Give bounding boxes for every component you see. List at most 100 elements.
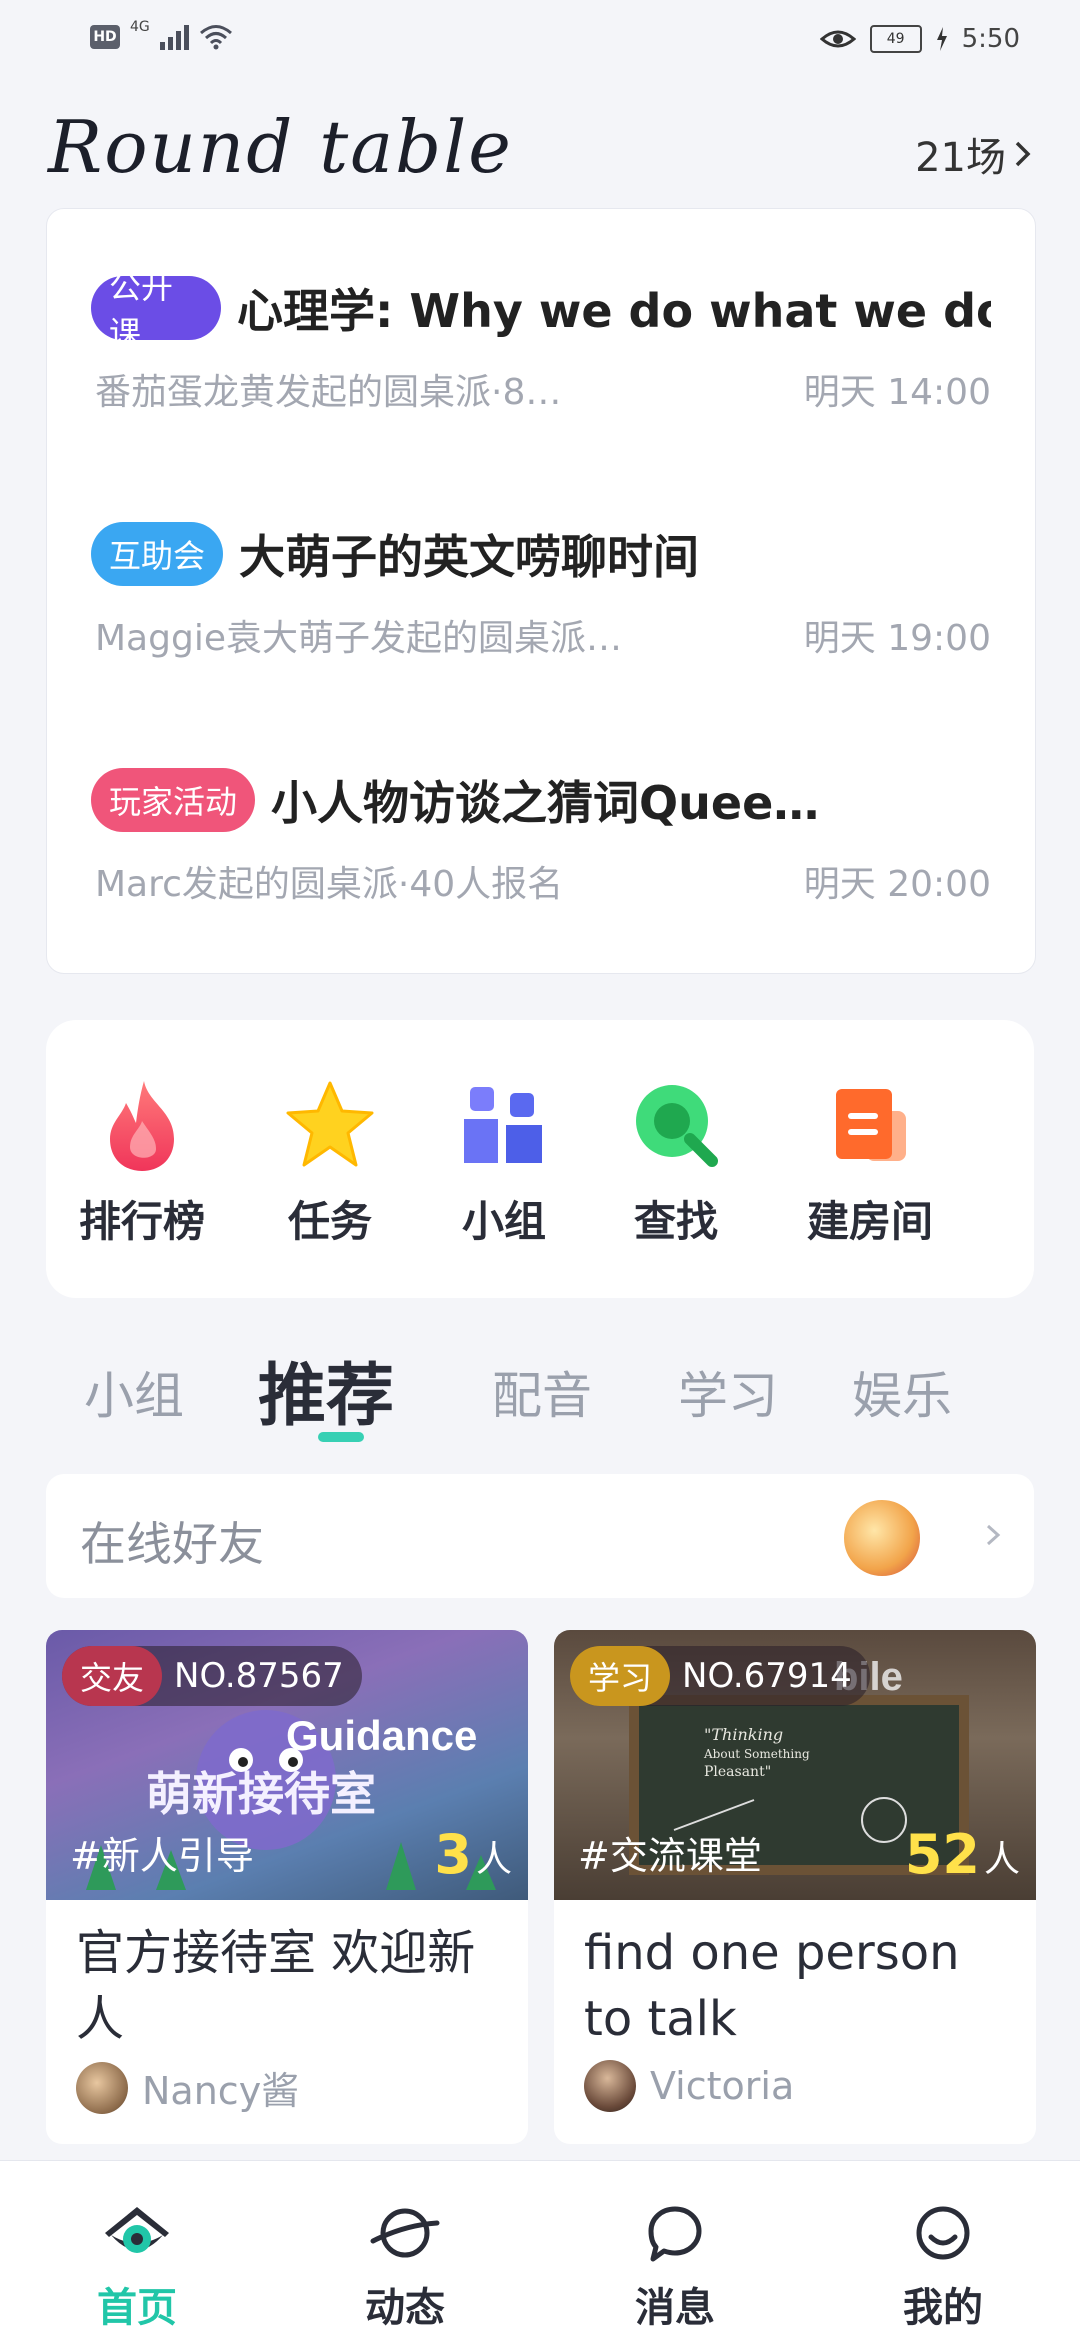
shortcut-label: 小组 bbox=[461, 1197, 546, 1246]
hd-badge: HD bbox=[90, 25, 120, 49]
nav-messages[interactable]: 消息 bbox=[600, 2201, 750, 2333]
shortcut-label: 查找 bbox=[633, 1197, 718, 1246]
tab-groups[interactable]: 小组 bbox=[84, 1356, 184, 1428]
session-subtitle: Maggie袁大萌子发起的圆桌派… bbox=[95, 618, 622, 659]
session-title: 心理学: Why we do what we do bbox=[236, 284, 991, 338]
session-subtitle: 番茄蛋龙黄发起的圆桌派·8… bbox=[95, 372, 562, 413]
eye-icon bbox=[819, 30, 856, 48]
room-number: NO.67914 bbox=[682, 1656, 852, 1696]
category-tabs: 小组 推荐 配音 学习 娱乐 bbox=[0, 1340, 1080, 1450]
svg-text:"Thinking: "Thinking bbox=[704, 1725, 783, 1744]
document-icon bbox=[836, 1089, 906, 1161]
shortcut-tasks[interactable]: 任务 bbox=[250, 1070, 410, 1249]
home-icon bbox=[105, 2207, 169, 2253]
room-host: Nancy酱 bbox=[76, 2060, 299, 2115]
host-name: Nancy酱 bbox=[142, 2069, 300, 2113]
nav-label: 动态 bbox=[365, 2285, 445, 2331]
session-time: 明天 20:00 bbox=[803, 864, 991, 905]
tab-entertainment[interactable]: 娱乐 bbox=[852, 1356, 952, 1428]
chat-bubble-icon bbox=[648, 2206, 702, 2262]
network-type: 4G bbox=[130, 19, 150, 35]
session-tag: 公开课 bbox=[91, 268, 221, 352]
room-people-count: 3 人 bbox=[434, 1828, 512, 1882]
svg-text:About Something: About Something bbox=[703, 1747, 810, 1761]
tab-dubbing[interactable]: 配音 bbox=[492, 1356, 592, 1428]
chevron-right-icon bbox=[986, 1524, 1001, 1546]
session-title: 小人物访谈之猜词Quee… bbox=[271, 776, 820, 830]
people-count-unit: 人 bbox=[475, 1839, 512, 1880]
room-cover-image: "Thinking About Something Pleasant" bile… bbox=[554, 1630, 1036, 1900]
people-count-number: 3 bbox=[434, 1823, 472, 1886]
shortcut-label: 排行榜 bbox=[78, 1197, 205, 1246]
session-tag: 玩家活动 bbox=[91, 768, 256, 832]
group-icon bbox=[464, 1087, 542, 1163]
shortcut-groups[interactable]: 小组 bbox=[424, 1070, 584, 1249]
session-title: 大萌子的英文唠聊时间 bbox=[239, 530, 700, 584]
room-type-tag: 交友 bbox=[62, 1646, 163, 1706]
tab-study[interactable]: 学习 bbox=[678, 1356, 778, 1428]
nav-label: 我的 bbox=[903, 2285, 983, 2331]
host-avatar bbox=[584, 2060, 636, 2112]
planet-icon bbox=[370, 2208, 440, 2258]
people-count-unit: 人 bbox=[983, 1839, 1020, 1880]
room-badge: 学习 NO.67914 bbox=[570, 1646, 870, 1706]
star-icon bbox=[286, 1081, 374, 1167]
room-hashtag: #交流课堂 bbox=[578, 1834, 762, 1878]
nav-profile[interactable]: 我的 bbox=[868, 2201, 1018, 2333]
online-friends-label: 在线好友 bbox=[80, 1517, 264, 1571]
shortcut-search[interactable]: 查找 bbox=[596, 1070, 756, 1249]
room-hashtag: #新人引导 bbox=[70, 1834, 254, 1878]
nav-label: 消息 bbox=[635, 2285, 715, 2331]
tab-recommended[interactable]: 推荐 bbox=[258, 1340, 394, 1439]
session-count-link[interactable]: 21场 bbox=[915, 125, 1032, 183]
battery-indicator: 49 bbox=[869, 25, 922, 53]
host-name: Victoria bbox=[650, 2064, 795, 2108]
room-title: 官方接待室 欢迎新人 bbox=[76, 1925, 476, 2047]
nav-label: 首页 bbox=[97, 2285, 177, 2331]
shortcut-create-room[interactable]: 建房间 bbox=[790, 1070, 950, 1249]
search-icon bbox=[636, 1085, 718, 1167]
friend-avatar[interactable] bbox=[842, 1498, 922, 1578]
people-count-number: 52 bbox=[904, 1823, 980, 1886]
room-card[interactable]: "Thinking About Something Pleasant" bile… bbox=[554, 1630, 1036, 2144]
active-tab-indicator bbox=[318, 1432, 364, 1442]
status-bar: HD 4G 49 5:50 bbox=[0, 0, 1080, 90]
room-people-count: 52 人 bbox=[905, 1828, 1020, 1882]
shortcut-label: 任务 bbox=[287, 1197, 372, 1246]
wifi-icon bbox=[199, 25, 232, 50]
svg-text:Guidance: Guidance bbox=[286, 1712, 477, 1759]
bottom-navigation: 首页 动态 消息 我的 bbox=[0, 2160, 1080, 2341]
round-table-card: 公开课 心理学: Why we do what we do 番茄蛋龙黄发起的圆桌… bbox=[46, 208, 1036, 974]
room-type-tag: 学习 bbox=[570, 1646, 671, 1706]
charging-icon bbox=[936, 27, 947, 51]
session-item[interactable]: 互助会 大萌子的英文唠聊时间 Maggie袁大萌子发起的圆桌派… 明天 19:0… bbox=[91, 521, 991, 661]
shortcuts-card: 排行榜 任务 小组 查找 建房间 bbox=[46, 1020, 1034, 1298]
session-time: 明天 19:00 bbox=[803, 618, 991, 659]
room-host: Victoria bbox=[584, 2060, 794, 2112]
session-count: 21场 bbox=[915, 135, 1006, 181]
page-title: Round table bbox=[48, 105, 513, 189]
room-title: find one person to talk bbox=[584, 1925, 960, 2047]
nav-home[interactable]: 首页 bbox=[62, 2201, 212, 2333]
flame-icon bbox=[110, 1081, 174, 1171]
smiley-icon bbox=[916, 2206, 970, 2260]
online-friends-row[interactable]: 在线好友 bbox=[46, 1474, 1034, 1598]
session-time: 明天 14:00 bbox=[803, 372, 991, 413]
session-subtitle: Marc发起的圆桌派·40人报名 bbox=[95, 864, 564, 905]
svg-text:萌新接待室: 萌新接待室 bbox=[146, 1767, 376, 1821]
svg-text:Pleasant": Pleasant" bbox=[704, 1764, 771, 1780]
session-item[interactable]: 公开课 心理学: Why we do what we do 番茄蛋龙黄发起的圆桌… bbox=[91, 268, 991, 415]
room-number: NO.87567 bbox=[174, 1656, 344, 1696]
session-item[interactable]: 玩家活动 小人物访谈之猜词Quee… Marc发起的圆桌派·40人报名 明天 2… bbox=[91, 767, 991, 907]
shortcut-leaderboard[interactable]: 排行榜 bbox=[62, 1070, 222, 1249]
room-cover-image: Guidance 萌新接待室 交友 NO.87567 #新人引导 3 人 bbox=[46, 1630, 528, 1900]
session-tag: 互助会 bbox=[91, 522, 224, 586]
status-right: 49 5:50 bbox=[819, 24, 1020, 54]
clock: 5:50 bbox=[961, 24, 1020, 54]
round-table-header: Round table 21场 bbox=[48, 105, 1038, 205]
host-avatar bbox=[76, 2061, 128, 2114]
status-left: HD 4G bbox=[90, 19, 233, 50]
shortcut-label: 建房间 bbox=[806, 1197, 933, 1246]
room-card[interactable]: Guidance 萌新接待室 交友 NO.87567 #新人引导 3 人 官方接… bbox=[46, 1630, 528, 2144]
nav-feed[interactable]: 动态 bbox=[330, 2201, 480, 2333]
